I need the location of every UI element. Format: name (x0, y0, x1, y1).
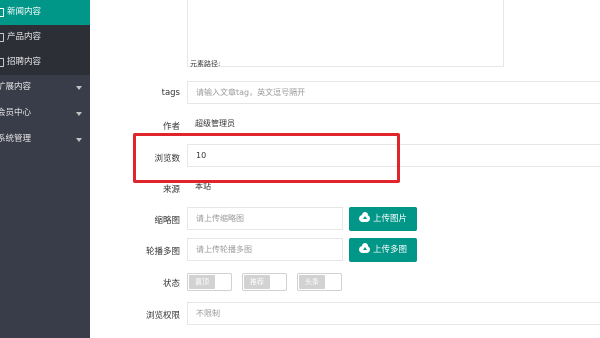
document-icon (0, 8, 4, 17)
switch-label: 头条 (299, 275, 325, 289)
cloud-upload-icon (359, 243, 370, 253)
carousel-label: 轮播多图 (145, 247, 180, 257)
sidebar-item-news[interactable]: 新闻内容 (0, 0, 90, 25)
sidebar-item-label: 产品内容 (7, 32, 42, 42)
sidebar-item-extensions[interactable]: 扩展内容 (0, 75, 90, 100)
rich-text-editor[interactable] (187, 0, 504, 67)
switch-sticky[interactable]: 置顶 (187, 273, 232, 291)
sidebar-item-jobs[interactable]: 招聘内容 (0, 50, 90, 75)
permission-label: 浏览权限 (145, 311, 180, 321)
tags-input[interactable]: 请输入文章tag，英文逗号隔开 (187, 81, 600, 104)
sidebar-item-label: 扩展内容 (0, 82, 32, 92)
sidebar-item-label: 系统管理 (0, 134, 32, 144)
switch-recommend[interactable]: 推荐 (242, 273, 287, 291)
document-icon (0, 33, 4, 42)
thumbnail-input[interactable]: 请上传缩略图 (187, 207, 343, 230)
sidebar-item-label: 招聘内容 (7, 57, 42, 67)
upload-image-label: 上传图片 (373, 214, 408, 224)
upload-multiple-button[interactable]: 上传多图 (349, 238, 418, 262)
switch-headline[interactable]: 头条 (297, 273, 342, 291)
carousel-input[interactable]: 请上传轮播多图 (187, 238, 343, 261)
chevron-down-icon (76, 112, 82, 116)
source-label: 来源 (162, 185, 180, 195)
cloud-upload-icon (359, 212, 370, 222)
switch-label: 置顶 (189, 275, 215, 289)
highlight-box (133, 133, 400, 183)
sidebar-item-label: 新闻内容 (7, 7, 42, 17)
sidebar-item-system[interactable]: 系统管理 (0, 127, 90, 152)
upload-image-button[interactable]: 上传图片 (349, 207, 418, 231)
switch-label: 推荐 (244, 275, 270, 289)
sidebar-item-members[interactable]: 会员中心 (0, 101, 90, 126)
permission-select[interactable]: 不限制 (187, 302, 600, 325)
author-label: 作者 (162, 122, 180, 132)
status-label: 状态 (162, 279, 180, 289)
sidebar-item-label: 会员中心 (0, 108, 32, 118)
tags-label: tags (161, 88, 180, 98)
chevron-down-icon (76, 86, 82, 90)
upload-multiple-label: 上传多图 (373, 245, 408, 255)
editor-element-path: 元素路径: (190, 60, 221, 68)
chevron-down-icon (76, 138, 82, 142)
document-icon (0, 58, 4, 67)
sidebar-item-products[interactable]: 产品内容 (0, 25, 90, 50)
sidebar: 新闻内容 产品内容 招聘内容 扩展内容 会员中心 系统管理 (0, 0, 90, 338)
thumbnail-label: 缩略图 (154, 216, 180, 226)
